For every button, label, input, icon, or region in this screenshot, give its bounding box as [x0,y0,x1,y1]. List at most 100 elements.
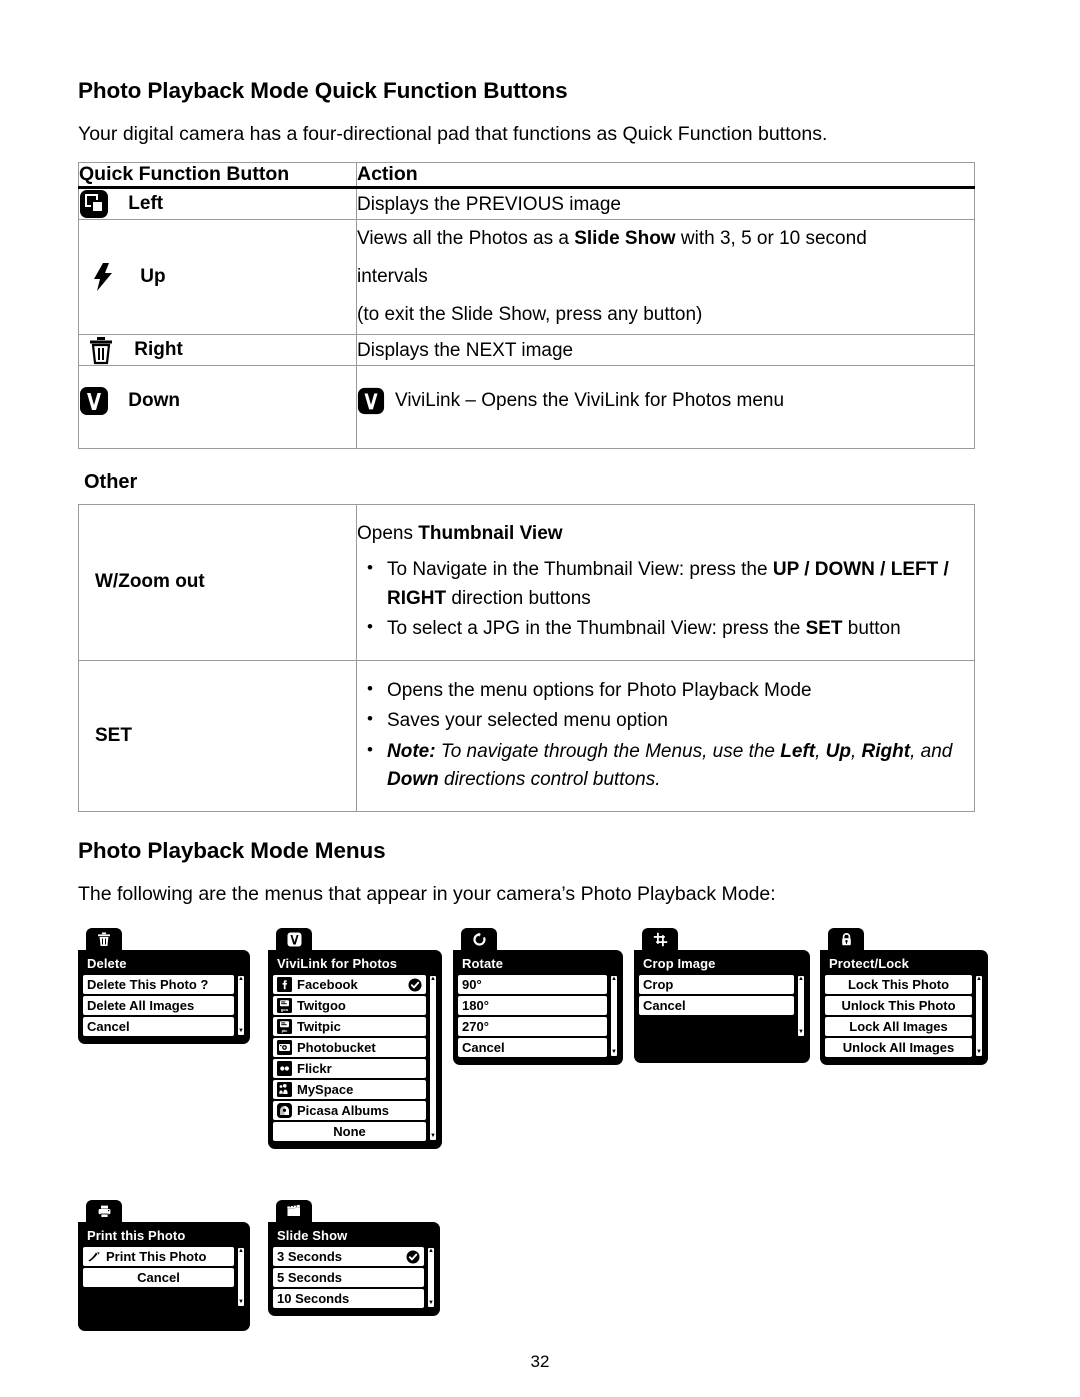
menu-print-this-photo: Print this Photo Print This Photo Cancel… [78,1200,250,1332]
crop-icon [653,932,667,946]
table-row: Up Views all the Photos as a Slide Show … [78,219,975,336]
twitgoo-icon: goo [277,998,292,1014]
photobucket-icon [277,1040,292,1056]
quick-function-table: Quick Function Button Action Left Displa… [78,162,975,449]
list-item[interactable]: Flickr [273,1059,426,1079]
list-item[interactable]: pic Twitpic [273,1017,426,1037]
section2-intro: The following are the menus that appear … [78,882,776,905]
scrollbar[interactable]: ▲ ▼ [427,1247,435,1309]
facebook-icon [277,977,292,993]
scrollbar[interactable]: ▲ ▼ [797,975,805,1038]
action-text-line2: intervals [357,266,428,288]
scrollbar[interactable]: ▲ ▼ [237,1247,245,1308]
list-item[interactable]: Cancel [83,1268,234,1288]
list-item[interactable]: Facebook [273,975,426,995]
menu-rows: Crop Cancel ▲ ▼ [639,975,805,1038]
action-text: Displays the NEXT image [357,339,574,361]
menu-title: Delete [87,956,127,972]
scroll-up-arrow[interactable]: ▲ [238,976,244,982]
list-item[interactable]: Unlock All Images [825,1038,972,1058]
menu-vivilink-for-photos: ViviLink for Photos Facebook goo Twitgoo… [268,928,442,1150]
list-item[interactable]: Lock This Photo [825,975,972,995]
scroll-down-arrow[interactable]: ▼ [238,1299,244,1305]
menu-body-rotate: Rotate 90° 180° 270° Cancel ▲ ▼ [453,950,623,1066]
cell-button-set: SET [78,659,357,812]
list-item: To Navigate in the Thumbnail View: press… [367,555,974,613]
scroll-down-arrow[interactable]: ▼ [611,1049,617,1055]
scroll-up-arrow[interactable]: ▲ [976,976,982,982]
label-zoom-out: W/Zoom out [95,571,205,593]
list-item[interactable]: goo Twitgoo [273,996,426,1016]
scrollbar[interactable]: ▲ ▼ [429,975,437,1142]
list-item[interactable]: Print This Photo [83,1247,234,1267]
list-item[interactable]: 180° [458,996,607,1016]
menu-title: Rotate [462,956,504,972]
menu-protect-lock: Protect/Lock Lock This Photo Unlock This… [820,928,988,1066]
scrollbar[interactable]: ▲ ▼ [610,975,618,1058]
list-item[interactable]: Cancel [458,1038,607,1058]
scroll-up-arrow[interactable]: ▲ [611,976,617,982]
action-text-line1: Views all the Photos as a Slide Show wit… [357,228,867,250]
twitpic-icon: pic [277,1019,292,1035]
list-item[interactable]: Unlock This Photo [825,996,972,1016]
cell-button-right: Right [78,334,357,367]
gallery-previous-icon [79,189,109,219]
scroll-up-arrow[interactable]: ▲ [428,1248,434,1254]
scroll-down-arrow[interactable]: ▼ [238,1028,244,1034]
header-action: Action [356,162,975,190]
label-set: SET [95,724,132,746]
cell-action-set: Opens the menu options for Photo Playbac… [356,659,975,812]
list-item[interactable]: Lock All Images [825,1017,972,1037]
menu-tab-vivilink [276,928,312,951]
scrollbar[interactable]: ▲ ▼ [975,975,983,1058]
cell-button-down: Down [78,365,357,449]
set-bullets: Opens the menu options for Photo Playbac… [357,676,974,795]
list-item[interactable]: Delete This Photo ? [83,975,234,995]
menu-tab-crop [642,928,678,951]
table-row: W/Zoom out Opens Thumbnail View To Navig… [78,503,975,661]
scroll-down-arrow[interactable]: ▼ [428,1300,434,1306]
list-item[interactable]: 90° [458,975,607,995]
cell-action-left: Displays the PREVIOUS image [356,187,975,221]
svg-text:pic: pic [282,1028,289,1033]
list-item[interactable]: Crop [639,975,794,995]
list-item[interactable]: 10 Seconds [273,1289,424,1309]
list-item: Saves your selected menu option [367,706,974,736]
list-item[interactable]: 270° [458,1017,607,1037]
table-header-row: Quick Function Button Action [78,162,975,190]
selected-check-icon [408,978,422,992]
scroll-down-arrow[interactable]: ▼ [976,1049,982,1055]
list-item[interactable]: None [273,1122,426,1142]
scroll-up-arrow[interactable]: ▲ [238,1248,244,1254]
list-item: To select a JPG in the Thumbnail View: p… [367,614,974,644]
table-row: Right Displays the NEXT image [78,334,975,367]
flickr-icon [277,1061,292,1077]
list-item[interactable]: Photobucket [273,1038,426,1058]
action-text: ViviLink – Opens the ViviLink for Photos… [395,390,785,412]
scroll-down-arrow[interactable]: ▼ [798,1029,804,1035]
menu-rows: Print This Photo Cancel ▲ ▼ [83,1247,245,1308]
scroll-down-arrow[interactable]: ▼ [430,1133,436,1139]
svg-text:goo: goo [281,1007,289,1012]
list-item[interactable]: MySpace [273,1080,426,1100]
menu-rows: 90° 180° 270° Cancel ▲ ▼ [458,975,618,1058]
menu-tab-slide-show [276,1200,312,1223]
scroll-up-arrow[interactable]: ▲ [798,976,804,982]
menu-body-protect-lock: Protect/Lock Lock This Photo Unlock This… [820,950,988,1066]
list-item[interactable]: Cancel [83,1017,234,1037]
scroll-up-arrow[interactable]: ▲ [430,976,436,982]
list-item[interactable]: 3 Seconds [273,1247,424,1267]
scrollbar[interactable]: ▲ ▼ [237,975,245,1037]
menu-body-vivilink: ViviLink for Photos Facebook goo Twitgoo… [268,950,442,1150]
myspace-icon [277,1082,292,1098]
menu-title: Protect/Lock [829,956,909,972]
list-item[interactable]: 5 Seconds [273,1268,424,1288]
list-item[interactable]: Cancel [639,996,794,1016]
menu-body-print: Print this Photo Print This Photo Cancel… [78,1222,250,1332]
label-up: Up [140,266,166,288]
list-item[interactable]: Picasa Albums [273,1101,426,1121]
cell-action-down: ViviLink – Opens the ViviLink for Photos… [356,365,975,449]
menu-delete: Delete Delete This Photo ? Delete All Im… [78,928,250,1045]
menu-rows: Delete This Photo ? Delete All Images Ca… [83,975,245,1037]
list-item[interactable]: Delete All Images [83,996,234,1016]
